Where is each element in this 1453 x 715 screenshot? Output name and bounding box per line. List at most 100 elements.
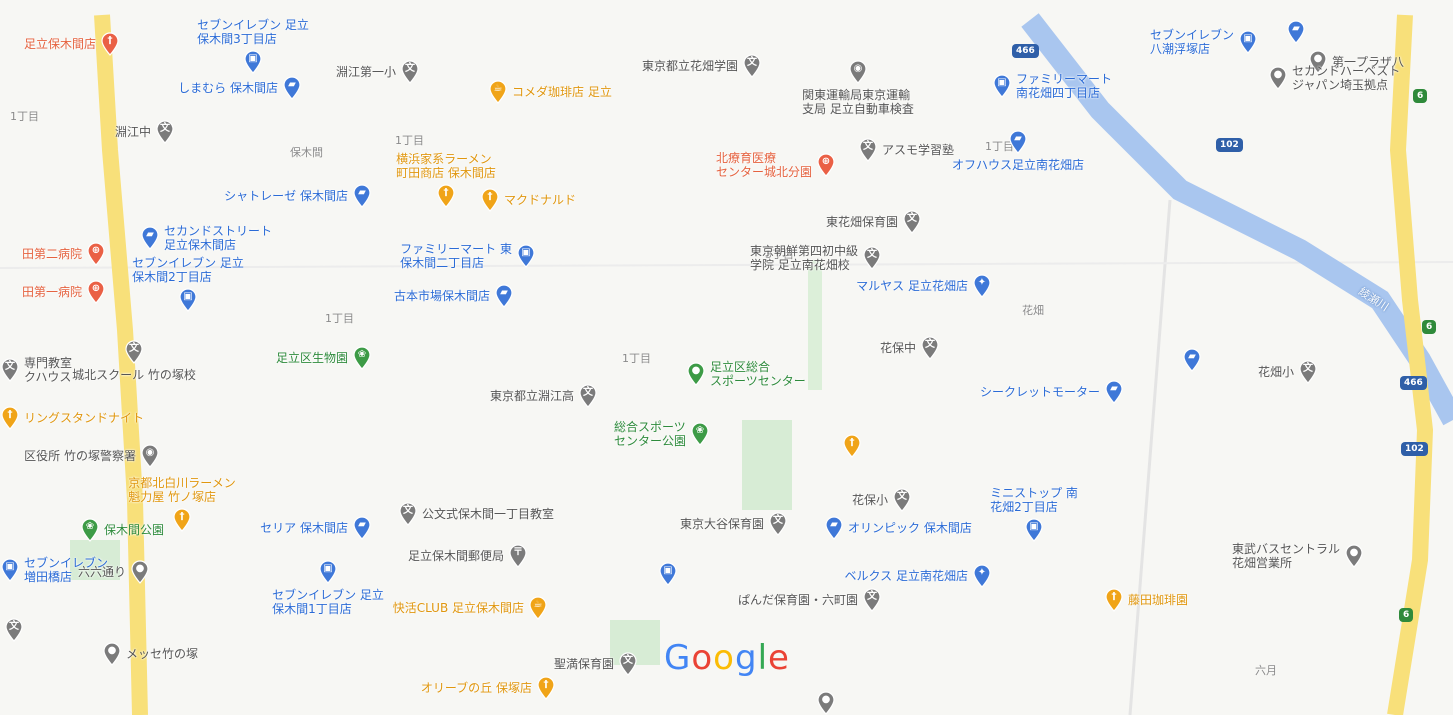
place-icon[interactable]: ●: [1268, 66, 1288, 90]
school-icon[interactable]: 文: [398, 502, 418, 526]
map-poi-shopping[interactable]: ▰ 古本市場保木間店: [394, 284, 514, 308]
school-icon[interactable]: 文: [742, 54, 762, 78]
park-icon[interactable]: ❀: [352, 346, 372, 370]
map-poi-shopping[interactable]: ▰ シャトレーゼ 保木間店: [224, 184, 372, 208]
map-poi-park[interactable]: ❀ 足立区生物園: [276, 346, 372, 370]
map-poi-restaurant[interactable]: † リングスタンドナイト: [0, 406, 144, 430]
map-poi-hospital[interactable]: ⊕ 田第二病院: [22, 242, 106, 266]
shopping-icon[interactable]: ▰: [1104, 380, 1124, 404]
restaurant-icon[interactable]: †: [842, 434, 862, 458]
map-poi-convenience[interactable]: ▣ ファミリーマート 東 保木間二丁目店: [400, 242, 536, 270]
park-icon[interactable]: ❀: [690, 422, 710, 446]
cafe-icon[interactable]: ☕: [488, 80, 508, 104]
map-poi-shopping[interactable]: ▰ オフハウス足立南花畑店: [952, 130, 1084, 172]
map-poi-park[interactable]: ❀ 総合スポーツ センター公園: [614, 420, 710, 448]
map-poi-restaurant[interactable]: † 藤田珈琲園: [1104, 588, 1188, 612]
grocery-icon[interactable]: ✦: [972, 274, 992, 298]
map-poi-restaurant[interactable]: † 足立保木間店: [24, 32, 120, 56]
shopping-icon[interactable]: ▰: [1182, 348, 1202, 372]
school-icon[interactable]: 文: [920, 336, 940, 360]
place-icon[interactable]: ●: [816, 691, 836, 715]
map-poi-school[interactable]: 文東花畑保育園: [826, 210, 922, 234]
convenience-icon[interactable]: ▣: [992, 74, 1012, 98]
map-poi-grocery[interactable]: ✦ マルヤス 足立花畑店: [856, 274, 992, 298]
restaurant-icon[interactable]: †: [0, 406, 20, 430]
restaurant-icon[interactable]: †: [436, 184, 456, 208]
map-poi-place[interactable]: ● 六六通り: [78, 560, 150, 584]
school-icon[interactable]: 文: [578, 384, 598, 408]
map-poi-government[interactable]: ◉ 関東運輸局東京運輸 支局 足立自動車検査: [802, 60, 914, 116]
map-poi-government[interactable]: ◉ 区役所 竹の塚警察署: [24, 444, 160, 468]
map-poi-school[interactable]: 文淵江中: [115, 120, 175, 144]
post-icon[interactable]: 〒: [508, 544, 528, 568]
map-poi-school[interactable]: 文聖満保育園: [554, 652, 638, 676]
map-canvas[interactable]: 466 466 102 102 6 6 6 綾瀬川 1丁目 1丁目 1丁目 1丁…: [0, 0, 1453, 715]
map-poi-place[interactable]: ●: [816, 691, 840, 715]
hospital-icon[interactable]: ⊕: [86, 280, 106, 304]
government-icon[interactable]: ◉: [140, 444, 160, 468]
map-poi-school[interactable]: 文淵江第一小: [336, 60, 420, 84]
map-poi-cafe[interactable]: ☕ 快活CLUB 足立保木間店: [393, 596, 548, 620]
map-poi-school[interactable]: 文城北スクール 竹の塚校: [72, 340, 196, 382]
map-poi-place[interactable]: ● セカンドハーベスト ジャパン埼玉拠点: [1268, 64, 1400, 92]
school-icon[interactable]: 文: [155, 120, 175, 144]
school-icon[interactable]: 文: [892, 488, 912, 512]
map-poi-hospital[interactable]: ⊕ 北療育医療 センター城北分園: [716, 151, 836, 179]
shopping-icon[interactable]: ▰: [1286, 20, 1306, 44]
map-poi-hospital[interactable]: ⊕ 田第一病院: [22, 280, 106, 304]
map-poi-convenience[interactable]: ▣: [658, 562, 682, 586]
hospital-icon[interactable]: ⊕: [816, 153, 836, 177]
convenience-icon[interactable]: ▣: [318, 560, 338, 584]
map-poi-shopping[interactable]: ▰ シークレットモーター: [980, 380, 1124, 404]
government-icon[interactable]: ◉: [848, 60, 868, 84]
school-icon[interactable]: 文: [618, 652, 638, 676]
map-poi-place[interactable]: ● 足立区総合 スポーツセンター: [686, 360, 806, 388]
map-poi-cafe[interactable]: ☕ コメダ珈琲店 足立: [488, 80, 612, 104]
convenience-icon[interactable]: ▣: [178, 288, 198, 312]
map-poi-school[interactable]: 文東京大谷保育園: [680, 512, 788, 536]
map-poi-school[interactable]: 文花保中: [880, 336, 940, 360]
map-poi-park[interactable]: ❀ 保木間公園: [80, 518, 164, 542]
map-poi-shopping[interactable]: ▰: [1286, 20, 1310, 44]
grocery-icon[interactable]: ✦: [972, 564, 992, 588]
shopping-icon[interactable]: ▰: [494, 284, 514, 308]
convenience-icon[interactable]: ▣: [1024, 518, 1044, 542]
place-icon[interactable]: ●: [1344, 544, 1364, 568]
restaurant-icon[interactable]: †: [100, 32, 120, 56]
school-icon[interactable]: 文: [862, 588, 882, 612]
restaurant-icon[interactable]: †: [1104, 588, 1124, 612]
map-poi-restaurant[interactable]: †: [842, 434, 866, 458]
shopping-icon[interactable]: ▰: [282, 76, 302, 100]
map-poi-convenience[interactable]: ▣ セブンイレブン 八潮浮塚店: [1150, 28, 1258, 56]
map-poi-school[interactable]: 文アスモ学習塾: [858, 138, 954, 162]
map-poi-school[interactable]: 文花保小: [852, 488, 912, 512]
map-poi-restaurant[interactable]: † オリーブの丘 保塚店: [421, 676, 556, 700]
shopping-icon[interactable]: ▰: [140, 226, 160, 250]
convenience-icon[interactable]: ▣: [0, 558, 20, 582]
map-poi-post[interactable]: 〒足立保木間郵便局: [408, 544, 528, 568]
convenience-icon[interactable]: ▣: [658, 562, 678, 586]
place-icon[interactable]: ●: [102, 642, 122, 666]
school-icon[interactable]: 文: [0, 358, 20, 382]
school-icon[interactable]: 文: [124, 340, 144, 364]
map-poi-convenience[interactable]: ▣ セブンイレブン 足立 保木間1丁目店: [272, 560, 384, 616]
map-poi-school[interactable]: 文東京都立花畑学園: [642, 54, 762, 78]
map-poi-grocery[interactable]: ✦ ベルクス 足立南花畑店: [845, 564, 992, 588]
map-poi-convenience[interactable]: セブンイレブン 足立 保木間3丁目店 ▣: [197, 18, 309, 74]
restaurant-icon[interactable]: †: [536, 676, 556, 700]
school-icon[interactable]: 文: [400, 60, 420, 84]
map-poi-restaurant[interactable]: † マクドナルド: [480, 188, 576, 212]
map-poi-place[interactable]: ● 東武バスセントラル 花畑営業所: [1232, 542, 1364, 570]
school-icon[interactable]: 文: [768, 512, 788, 536]
map-poi-school[interactable]: 文東京朝鮮第四初中級 学院 足立南花畑校: [750, 244, 882, 272]
map-poi-school[interactable]: 文ぱんだ保育園・六町園: [738, 588, 882, 612]
map-poi-convenience[interactable]: セブンイレブン 足立 保木間2丁目店 ▣: [132, 256, 244, 312]
map-poi-school[interactable]: 文花畑小: [1258, 360, 1318, 384]
map-poi-place[interactable]: ● メッセ竹の塚: [102, 642, 198, 666]
map-poi-school[interactable]: 文公文式保木間一丁目教室: [398, 502, 554, 526]
hospital-icon[interactable]: ⊕: [86, 242, 106, 266]
park-icon[interactable]: ❀: [80, 518, 100, 542]
shopping-icon[interactable]: ▰: [824, 516, 844, 540]
convenience-icon[interactable]: ▣: [516, 244, 536, 268]
school-icon[interactable]: 文: [4, 618, 24, 642]
